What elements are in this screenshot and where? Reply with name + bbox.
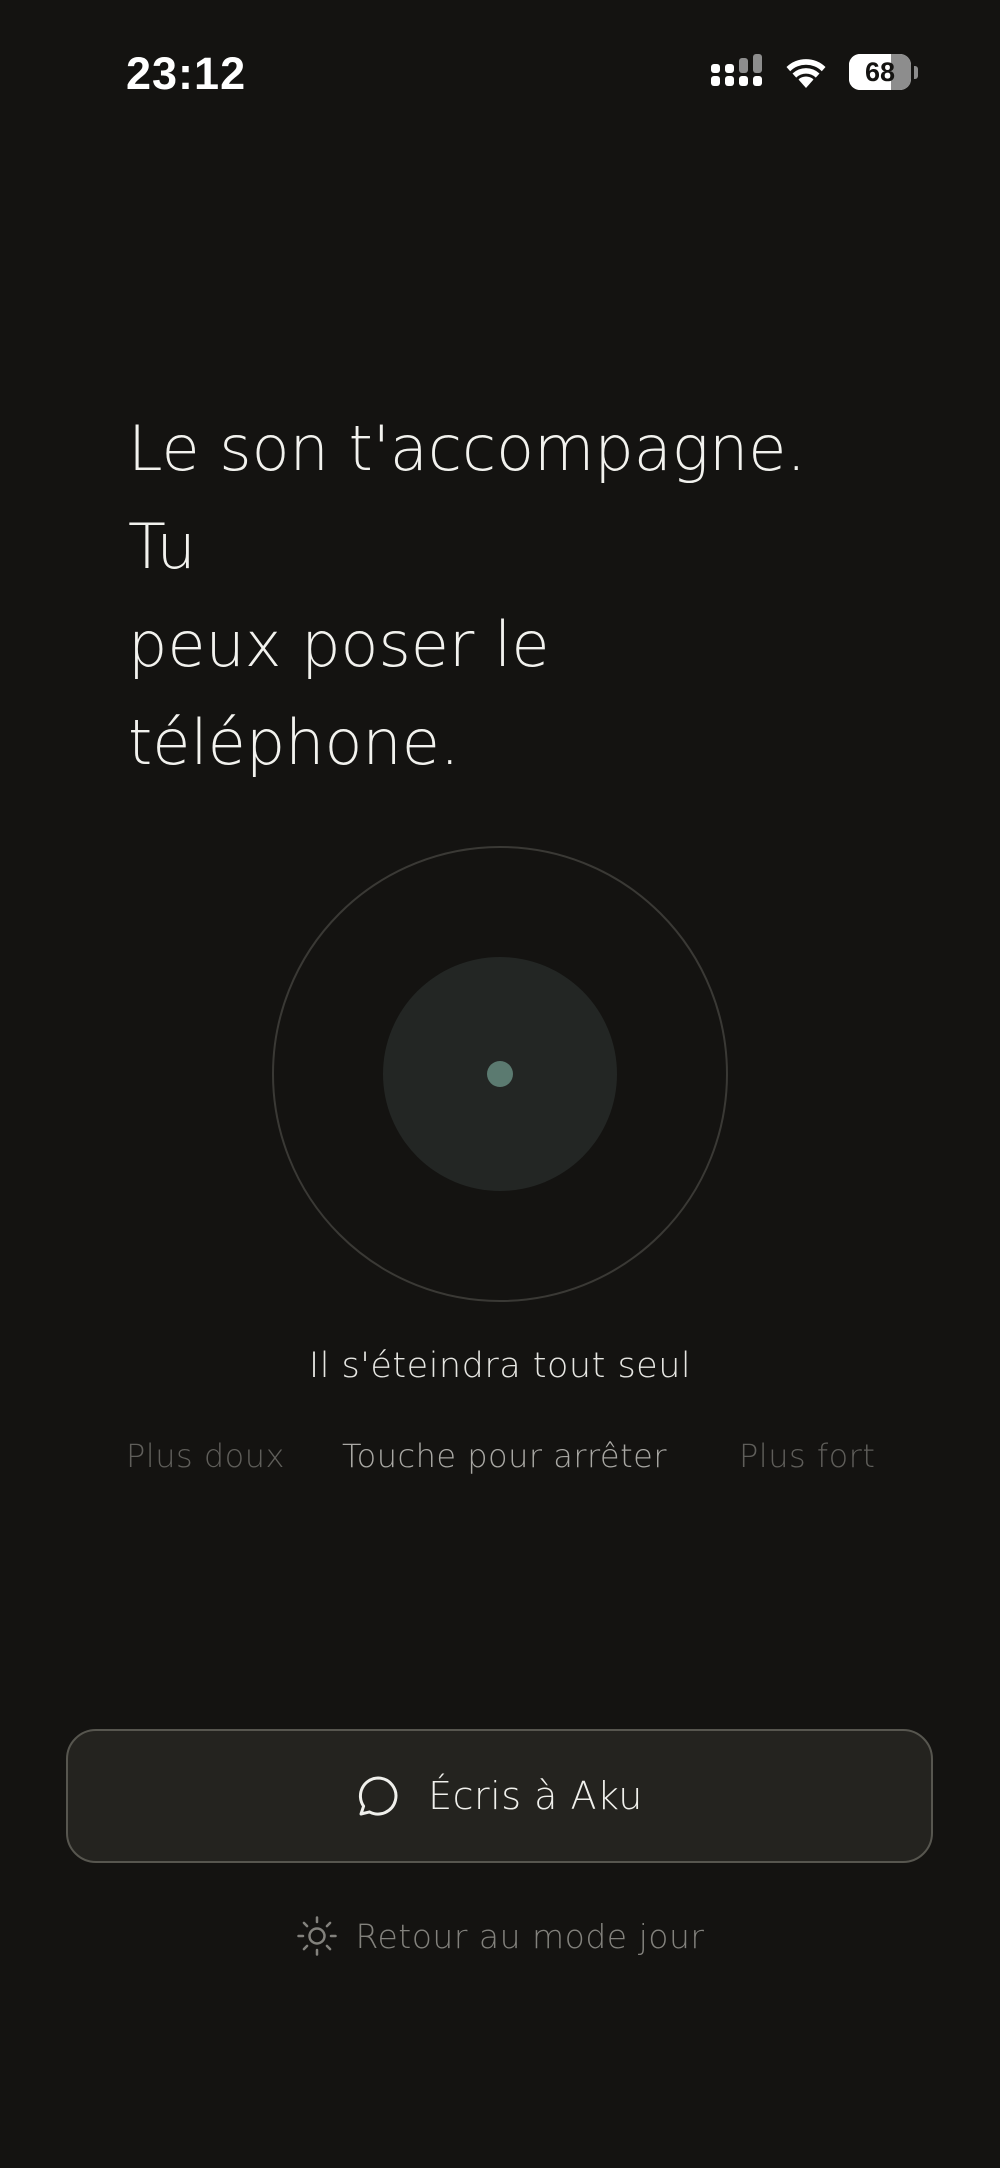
write-to-aku-button[interactable]: Écris à Aku — [66, 1729, 933, 1863]
louder-button[interactable]: Plus fort — [739, 1437, 875, 1475]
volume-controls: Plus doux Touche pour arrêter Plus fort — [0, 1437, 1000, 1487]
headline-line-2: peux poser le téléphone. — [128, 608, 550, 779]
sound-visual[interactable] — [271, 845, 729, 1303]
battery-body: 68 — [849, 54, 911, 90]
battery-level: 68 — [864, 56, 896, 87]
write-to-aku-label: Écris à Aku — [428, 1774, 643, 1818]
wifi-icon — [786, 59, 826, 88]
headline-line-1: Le son t'accompagne. Tu — [128, 412, 807, 583]
day-mode-label: Retour au mode jour — [355, 1916, 705, 1956]
softer-button[interactable]: Plus doux — [126, 1437, 285, 1475]
auto-off-text: Il s'éteindra tout seul — [308, 1346, 692, 1386]
headline: Le son t'accompagne. Tu peux poser le té… — [128, 400, 888, 792]
center-dot — [487, 1061, 513, 1087]
cellular-signal-icon — [711, 54, 762, 86]
battery-tip — [914, 65, 918, 79]
battery-icon: 68 — [849, 54, 918, 90]
status-icons: 68 — [711, 54, 918, 90]
status-time: 23:12 — [126, 48, 247, 99]
status-bar: 23:12 68 — [0, 0, 1000, 150]
sun-icon — [296, 1916, 337, 1956]
stop-button[interactable]: Touche pour arrêter — [342, 1437, 667, 1475]
chat-bubble-icon — [359, 1776, 398, 1816]
day-mode-link[interactable]: Retour au mode jour — [0, 1915, 1000, 1957]
